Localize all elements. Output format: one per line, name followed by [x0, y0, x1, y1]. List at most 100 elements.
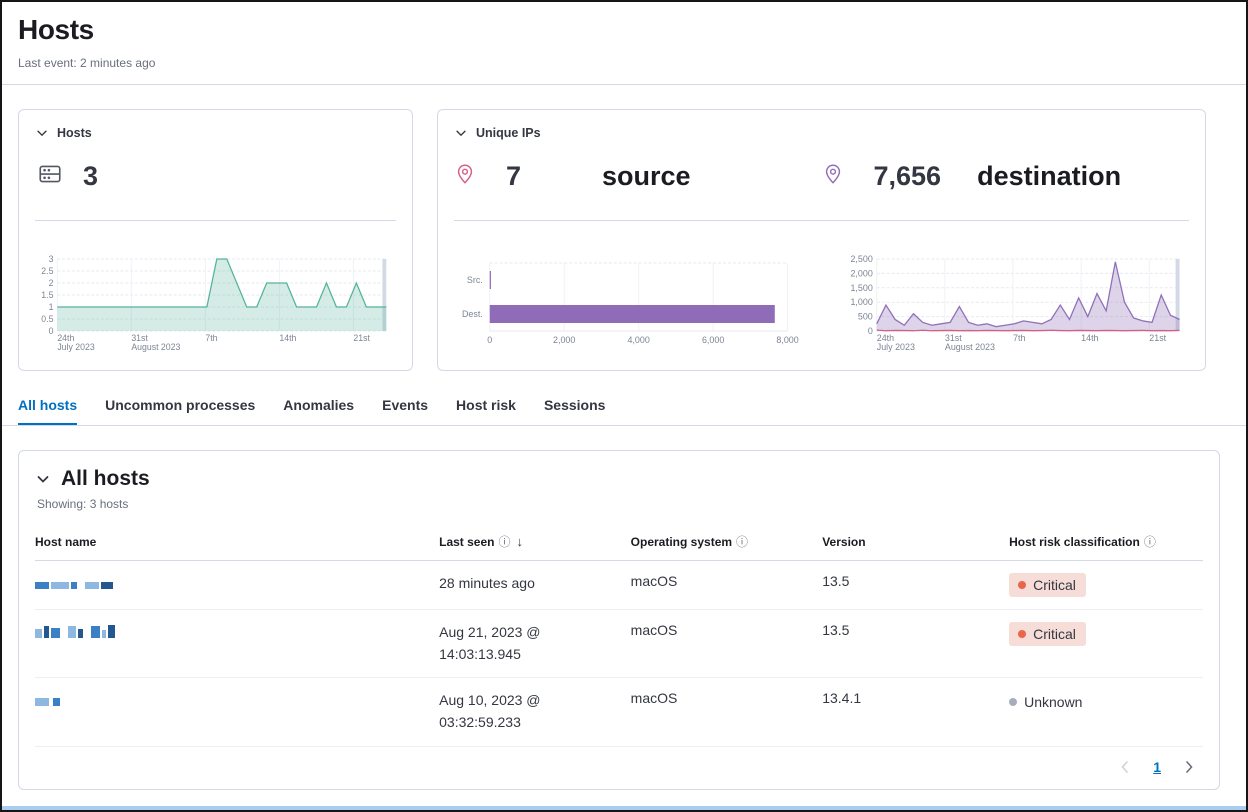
next-page-button[interactable]: [1181, 759, 1197, 775]
svg-text:July 2023: July 2023: [57, 342, 94, 352]
svg-text:2,000: 2,000: [850, 268, 872, 278]
tab-sessions[interactable]: Sessions: [544, 397, 605, 425]
svg-text:500: 500: [857, 312, 872, 322]
risk-badge: Critical: [1009, 622, 1086, 646]
svg-text:2,500: 2,500: [850, 254, 872, 264]
tab-events[interactable]: Events: [382, 397, 428, 425]
page-number-1[interactable]: 1: [1153, 759, 1161, 775]
svg-text:2,000: 2,000: [553, 335, 575, 345]
all-hosts-title-row: All hosts: [35, 467, 1203, 491]
unique-ips-panel-header: Unique IPs: [454, 126, 1189, 140]
all-hosts-table: Host name Last seenⓘ↓ Operating systemⓘ …: [35, 525, 1203, 747]
svg-text:Dest.: Dest.: [462, 309, 483, 319]
hosts-panel-title: Hosts: [57, 126, 92, 140]
unique-ips-bar-chart: 02,0004,0006,0008,000Src.Dest.: [454, 253, 800, 357]
table-row: 28 minutes ago macOS 13.5 Critical: [35, 561, 1203, 610]
sort-desc-icon[interactable]: ↓: [517, 534, 524, 549]
svg-text:7th: 7th: [205, 333, 217, 343]
col-last-seen[interactable]: Last seenⓘ↓: [439, 525, 631, 561]
destination-ips-count: 7,656: [874, 161, 942, 192]
host-name-redacted[interactable]: [35, 622, 431, 638]
svg-text:August 2023: August 2023: [131, 342, 180, 352]
source-pin-icon: [454, 163, 476, 190]
header-divider: [2, 84, 1246, 85]
svg-text:0.5: 0.5: [41, 314, 53, 324]
svg-text:4,000: 4,000: [628, 335, 650, 345]
table-header-row: Host name Last seenⓘ↓ Operating systemⓘ …: [35, 525, 1203, 561]
host-name-redacted[interactable]: [35, 690, 431, 706]
risk-dot-icon: [1009, 698, 1017, 706]
chevron-down-icon[interactable]: [35, 126, 49, 140]
last-event-text: Last event: 2 minutes ago: [18, 56, 1230, 70]
unique-ips-area-chart: 05001,0001,5002,0002,50024thJuly 202331s…: [844, 253, 1190, 357]
hosts-kpi-panel: Hosts 3 00.511.522.5324thJuly 202331stAu…: [18, 109, 413, 371]
os-value: macOS: [631, 690, 678, 706]
previous-page-button[interactable]: [1117, 759, 1133, 775]
source-ips-count: 7: [506, 161, 566, 192]
unique-ips-charts: 02,0004,0006,0008,000Src.Dest. 05001,000…: [454, 253, 1189, 357]
svg-text:21st: 21st: [353, 333, 370, 343]
table-row: Aug 10, 2023 @ 03:32:59.233 macOS 13.4.1…: [35, 678, 1203, 746]
unique-ips-kpi-panel: Unique IPs 7 source 7,656 destination: [437, 109, 1206, 371]
tab-all-hosts[interactable]: All hosts: [18, 397, 77, 425]
tab-host-risk[interactable]: Host risk: [456, 397, 516, 425]
info-icon[interactable]: ⓘ: [736, 535, 748, 549]
panel-divider: [35, 220, 396, 221]
showing-count: Showing: 3 hosts: [37, 497, 1203, 511]
info-icon[interactable]: ⓘ: [498, 535, 510, 549]
hosts-area-chart: 00.511.522.5324thJuly 202331stAugust 202…: [35, 253, 396, 357]
panel-divider: [454, 220, 1189, 221]
col-risk-classification: Host risk classificationⓘ: [1009, 525, 1203, 561]
tab-uncommon-processes[interactable]: Uncommon processes: [105, 397, 255, 425]
svg-text:14th: 14th: [279, 333, 296, 343]
chevron-down-icon[interactable]: [35, 471, 51, 487]
destination-ips-metric: 7,656 destination: [822, 156, 1190, 196]
svg-text:1.5: 1.5: [41, 290, 53, 300]
svg-text:July 2023: July 2023: [876, 342, 914, 352]
destination-pin-icon: [822, 163, 844, 190]
risk-badge: Critical: [1009, 573, 1086, 597]
risk-badge: Unknown: [1009, 690, 1082, 714]
hosts-panel-header: Hosts: [35, 126, 396, 140]
col-version: Version: [822, 525, 1009, 561]
timeline-bottom-bar[interactable]: [2, 806, 1246, 810]
svg-text:1,500: 1,500: [850, 283, 872, 293]
svg-text:0: 0: [49, 326, 54, 336]
svg-text:August 2023: August 2023: [944, 342, 994, 352]
info-icon[interactable]: ⓘ: [1144, 535, 1156, 549]
table-row: Aug 21, 2023 @ 14:03:13.945 macOS 13.5 C…: [35, 610, 1203, 678]
os-value: macOS: [631, 573, 678, 589]
page-title: Hosts: [18, 14, 1230, 46]
svg-text:0: 0: [867, 326, 872, 336]
host-name-redacted[interactable]: [35, 573, 431, 589]
svg-text:2: 2: [49, 278, 54, 288]
last-seen-value: 28 minutes ago: [439, 573, 579, 595]
version-value: 13.5: [822, 622, 849, 638]
hosts-page: Hosts Last event: 2 minutes ago Hosts 3 …: [0, 0, 1248, 812]
svg-text:0: 0: [487, 335, 492, 345]
hosts-metric: 3: [37, 156, 396, 196]
unique-ips-metrics: 7 source 7,656 destination: [454, 156, 1189, 196]
chevron-down-icon[interactable]: [454, 126, 468, 140]
risk-dot-icon: [1018, 630, 1026, 638]
svg-text:8,000: 8,000: [776, 335, 798, 345]
storage-icon: [37, 161, 63, 192]
svg-text:3: 3: [49, 254, 54, 264]
svg-text:7th: 7th: [1013, 333, 1025, 343]
last-seen-value: Aug 21, 2023 @ 14:03:13.945: [439, 622, 579, 665]
last-seen-value: Aug 10, 2023 @ 03:32:59.233: [439, 690, 579, 733]
source-ips-metric: 7 source: [454, 156, 822, 196]
hosts-tabs: All hosts Uncommon processes Anomalies E…: [2, 397, 1246, 426]
kpi-row: Hosts 3 00.511.522.5324thJuly 202331stAu…: [18, 109, 1206, 371]
svg-text:14th: 14th: [1081, 333, 1098, 343]
page-header: Hosts Last event: 2 minutes ago: [2, 2, 1246, 70]
destination-ips-label: destination: [977, 161, 1121, 192]
source-ips-label: source: [602, 161, 691, 192]
svg-text:1: 1: [49, 302, 54, 312]
all-hosts-panel: All hosts Showing: 3 hosts Host name Las…: [18, 450, 1220, 790]
pagination: 1: [35, 747, 1203, 783]
tab-anomalies[interactable]: Anomalies: [283, 397, 354, 425]
unique-ips-panel-title: Unique IPs: [476, 126, 541, 140]
svg-text:1,000: 1,000: [850, 297, 872, 307]
svg-text:21st: 21st: [1149, 333, 1166, 343]
